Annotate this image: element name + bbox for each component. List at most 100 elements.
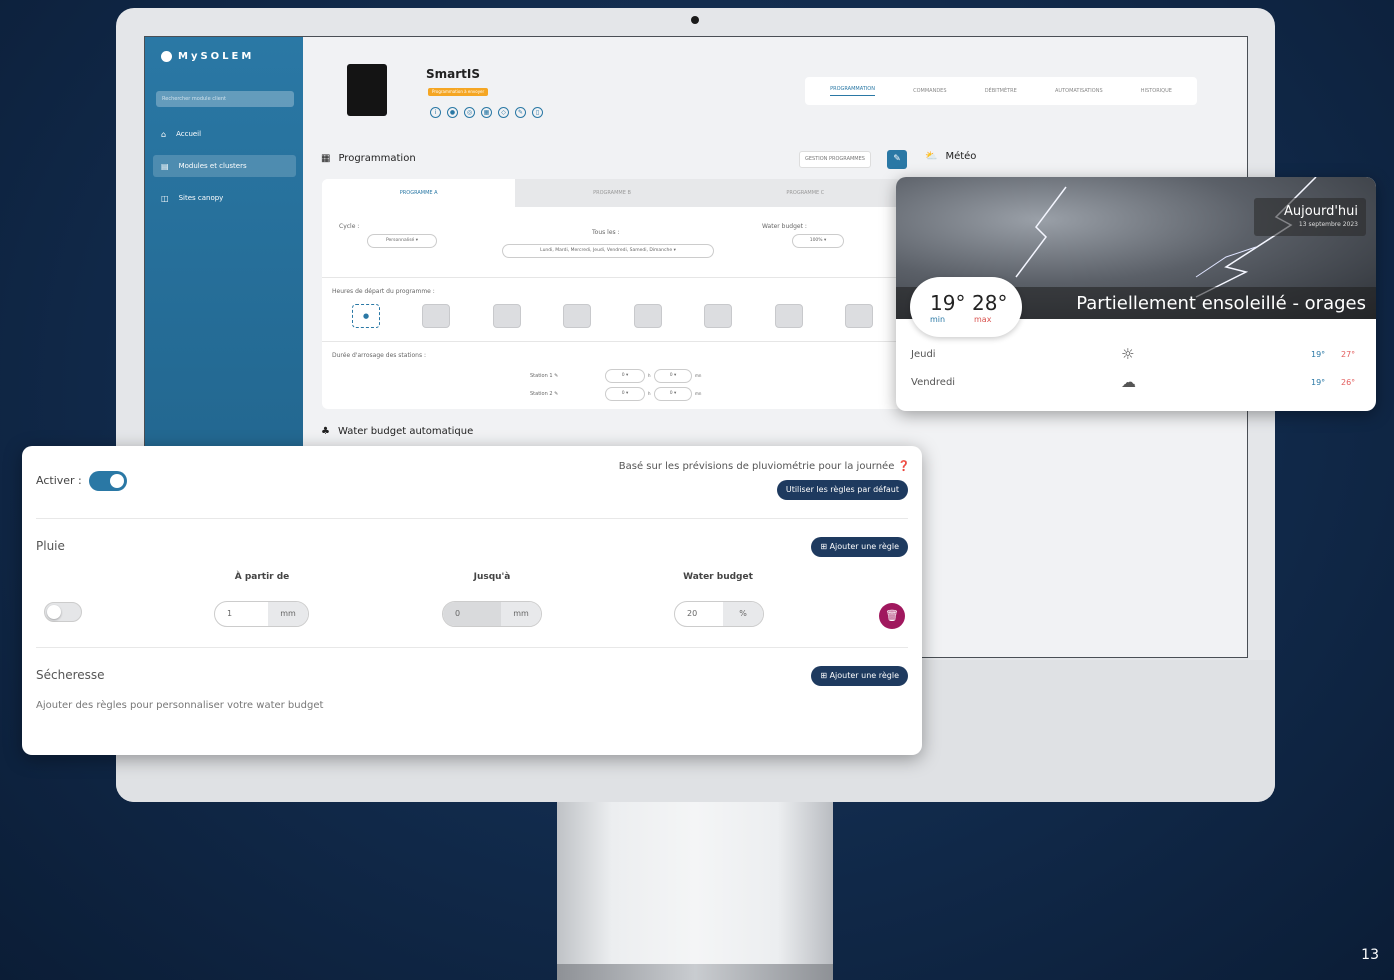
sidebar-item-accueil[interactable]: ⌂ Accueil — [153, 123, 296, 145]
start-time-slot[interactable] — [845, 304, 873, 328]
wb-input[interactable]: 20% — [674, 601, 764, 627]
wb-select[interactable]: 100% ▾ — [792, 234, 844, 248]
map-icon: ◫ — [161, 193, 169, 203]
temperature-pill: 19° min 28° max — [910, 277, 1022, 337]
add-start-time-button[interactable]: ● — [352, 304, 380, 328]
cycle-label: Cycle : — [339, 223, 360, 230]
forecast-day: Jeudi — [911, 348, 936, 360]
unit-h: h — [648, 391, 651, 396]
monitor-stand-base — [557, 964, 833, 980]
start-time-slot[interactable] — [775, 304, 803, 328]
sidebar-search-input[interactable]: Rechercher module client — [156, 91, 294, 107]
gestion-programmes-button[interactable]: GESTION PROGRAMMES — [799, 151, 871, 168]
page-number: 13 — [1361, 947, 1379, 963]
station-hours-select[interactable]: 0 ▾ — [605, 369, 645, 383]
secheresse-title: Sécheresse — [36, 668, 105, 682]
tab-programme-c[interactable]: PROGRAMME C — [708, 179, 902, 207]
station-minutes-select[interactable]: 0 ▾ — [654, 387, 692, 401]
station-label: Station 2 ✎ — [530, 391, 559, 397]
globe-icon[interactable]: ◎ — [464, 107, 475, 118]
main-tabs: PROGRAMMATION COMMANDES DÉBITMÈTRE AUTOM… — [805, 77, 1197, 105]
add-rule-secheresse-button[interactable]: ⊞ Ajouter une règle — [811, 666, 908, 686]
edit-programs-button[interactable]: ✎ — [887, 150, 907, 169]
default-rules-button[interactable]: Utiliser les règles par défaut — [776, 480, 908, 500]
activer-label: Activer : — [36, 474, 82, 487]
plus-icon: ⊞ — [820, 542, 828, 551]
delete-rule-button[interactable]: 🗑 — [879, 603, 905, 629]
tab-historique[interactable]: HISTORIQUE — [1141, 88, 1172, 94]
station-minutes-select[interactable]: 0 ▾ — [654, 369, 692, 383]
duree-label: Durée d'arrosage des stations : — [332, 352, 426, 359]
sidebar-item-modules[interactable]: ▤ Modules et clusters — [153, 155, 296, 177]
meteo-title: ⛅ Météo — [925, 151, 977, 162]
today-label: Aujourd'hui — [1284, 204, 1358, 219]
forecast-max: 26° — [1341, 377, 1356, 387]
tab-automatisations[interactable]: AUTOMATISATIONS — [1055, 88, 1103, 94]
logo[interactable]: MySOLEM — [161, 51, 254, 62]
water-budget-title: ♣ Water budget automatique — [321, 426, 474, 437]
forecast-row: Jeudi ☼ 19° 27° — [911, 342, 1366, 366]
col-wb: Water budget — [683, 572, 753, 582]
today-date: 13 septembre 2023 — [1298, 221, 1358, 228]
weather-card: Aujourd'hui 13 septembre 2023 Partiellem… — [896, 177, 1376, 411]
label-icon[interactable]: ◇ — [498, 107, 509, 118]
from-input[interactable]: 1 mm — [214, 601, 309, 627]
device-image — [347, 64, 387, 116]
start-time-slot[interactable] — [704, 304, 732, 328]
hint-text: Ajouter des règles pour personnaliser vo… — [36, 700, 324, 711]
edit-icon[interactable]: ✎ — [515, 107, 526, 118]
temp-max: 28° — [972, 291, 1008, 315]
days-select[interactable]: Lundi, Mardi, Mercredi, Jeudi, Vendredi,… — [502, 244, 714, 258]
delete-icon[interactable]: ▯ — [532, 107, 543, 118]
tag-icon[interactable]: ● — [447, 107, 458, 118]
start-time-slot[interactable] — [422, 304, 450, 328]
forecast-basis-text: Basé sur les prévisions de pluviométrie … — [618, 461, 910, 472]
tab-programme-b[interactable]: PROGRAMME B — [515, 179, 709, 207]
forecast-min: 19° — [1311, 349, 1326, 359]
divider — [36, 518, 908, 519]
calendar-icon: ▦ — [321, 153, 331, 164]
cycle-select[interactable]: Personnalisé ▾ — [367, 234, 437, 248]
heures-label: Heures de départ du programme : — [332, 288, 435, 295]
sidebar-item-sites[interactable]: ◫ Sites canopy — [153, 187, 296, 209]
add-rule-pluie-button[interactable]: ⊞ Ajouter une règle — [811, 537, 908, 557]
forecast-day: Vendredi — [911, 376, 956, 388]
pluie-title: Pluie — [36, 539, 65, 553]
temp-min: 19° — [930, 291, 966, 315]
weather-condition: Partiellement ensoleillé - orages — [1076, 293, 1366, 314]
device-title: SmartIS — [426, 67, 481, 81]
tab-programmation[interactable]: PROGRAMMATION — [830, 86, 875, 96]
station-label: Station 1 ✎ — [530, 373, 559, 379]
monitor-stand — [557, 802, 833, 980]
tab-debitmetre[interactable]: DÉBITMÈTRE — [985, 88, 1017, 94]
weather-icon: ⛅ — [925, 151, 938, 162]
help-icon[interactable]: ❓ — [898, 461, 910, 472]
forecast-row: Vendredi ☁ 19° 26° — [911, 370, 1366, 394]
device-actions: i ● ◎ ▦ ◇ ✎ ▯ — [430, 107, 543, 118]
activer-toggle[interactable] — [89, 471, 127, 491]
programmation-panel: PROGRAMME A PROGRAMME B PROGRAMME C Cycl… — [322, 179, 902, 409]
rule-toggle[interactable] — [44, 602, 82, 622]
forecast-min: 19° — [1311, 377, 1326, 387]
to-input: 0 mm — [442, 601, 542, 627]
info-icon[interactable]: i — [430, 107, 441, 118]
modules-icon: ▤ — [161, 161, 169, 171]
water-budget-icon: ♣ — [321, 426, 330, 437]
tab-commandes[interactable]: COMMANDES — [913, 88, 946, 94]
wb-label: Water budget : — [762, 223, 807, 230]
tous-label: Tous les : — [592, 229, 620, 236]
partly-cloudy-icon: ☁ — [1121, 373, 1136, 391]
calendar-icon[interactable]: ▦ — [481, 107, 492, 118]
start-time-slot[interactable] — [493, 304, 521, 328]
start-time-slot[interactable] — [634, 304, 662, 328]
start-time-slot[interactable] — [563, 304, 591, 328]
divider — [322, 341, 902, 342]
unit-h: h — [648, 373, 651, 378]
home-icon: ⌂ — [161, 129, 167, 139]
divider — [36, 647, 908, 648]
station-hours-select[interactable]: 0 ▾ — [605, 387, 645, 401]
trash-icon: 🗑 — [885, 609, 899, 622]
program-tabs: PROGRAMME A PROGRAMME B PROGRAMME C — [322, 179, 902, 207]
tab-programme-a[interactable]: PROGRAMME A — [322, 179, 516, 207]
water-budget-card: Activer : Basé sur les prévisions de plu… — [22, 446, 922, 755]
